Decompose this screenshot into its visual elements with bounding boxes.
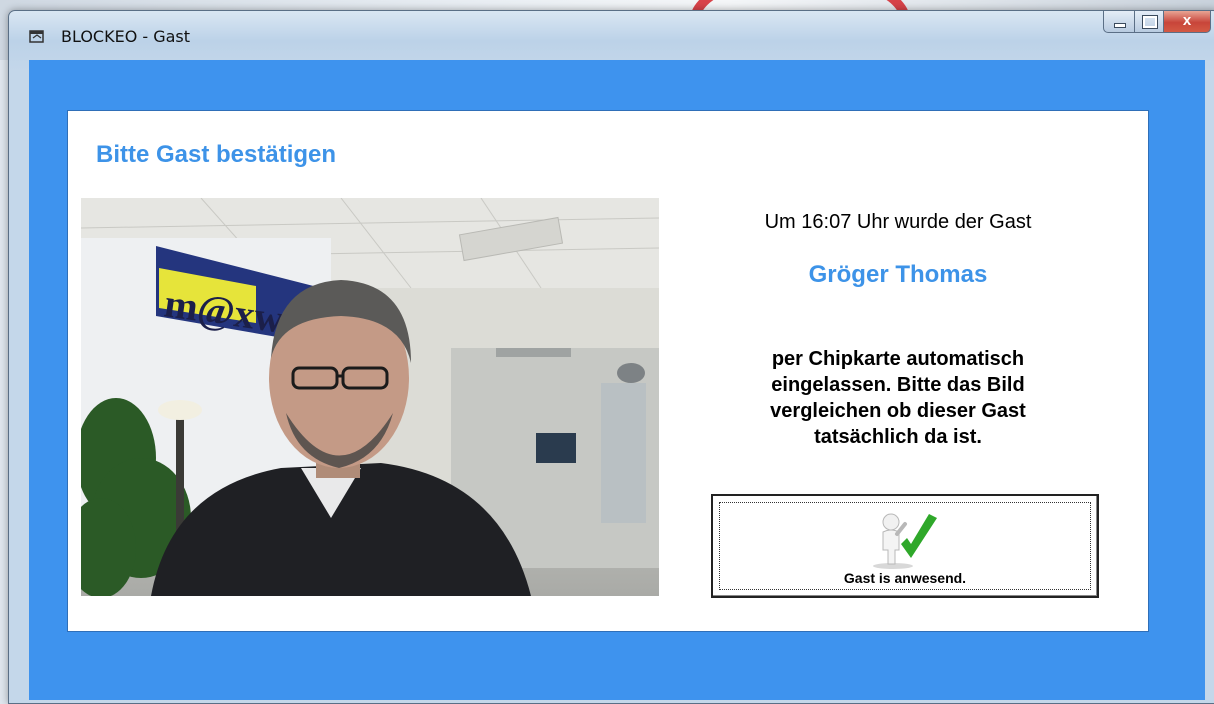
title-bar[interactable]: BLOCKEO - Gast x (9, 11, 1214, 59)
close-icon: x (1182, 12, 1192, 29)
message-time-line: Um 16:07 Uhr wurde der Gast (764, 211, 1032, 233)
client-area: Bitte Gast bestätigen m@xw Um 16:07 Uhr … (29, 60, 1205, 700)
caption-buttons: x (1103, 11, 1211, 33)
confirm-panel: Bitte Gast bestätigen m@xw Um 16:07 Uhr … (67, 110, 1149, 632)
app-window: BLOCKEO - Gast x Bitte Gast bestätigen m… (8, 10, 1214, 704)
message-body: per Chipkarte automatisch eingelassen. B… (770, 348, 1026, 448)
confirm-guest-present-button[interactable]: Gast is anwesend. (711, 494, 1099, 598)
page-title: Bitte Gast bestätigen (96, 141, 337, 168)
maximize-button[interactable] (1135, 11, 1164, 33)
window-app-icon (29, 30, 44, 43)
close-button[interactable]: x (1164, 11, 1211, 33)
minimize-button[interactable] (1103, 11, 1135, 33)
guest-photo: m@xw (81, 198, 659, 596)
guest-name: Gröger Thomas (808, 261, 988, 288)
guest-photo-image: m@xw (81, 198, 659, 596)
confirm-button-label: Gast is anwesend. (843, 570, 967, 586)
person-checkmark-icon (873, 513, 937, 569)
window-title: BLOCKEO - Gast (61, 27, 191, 46)
